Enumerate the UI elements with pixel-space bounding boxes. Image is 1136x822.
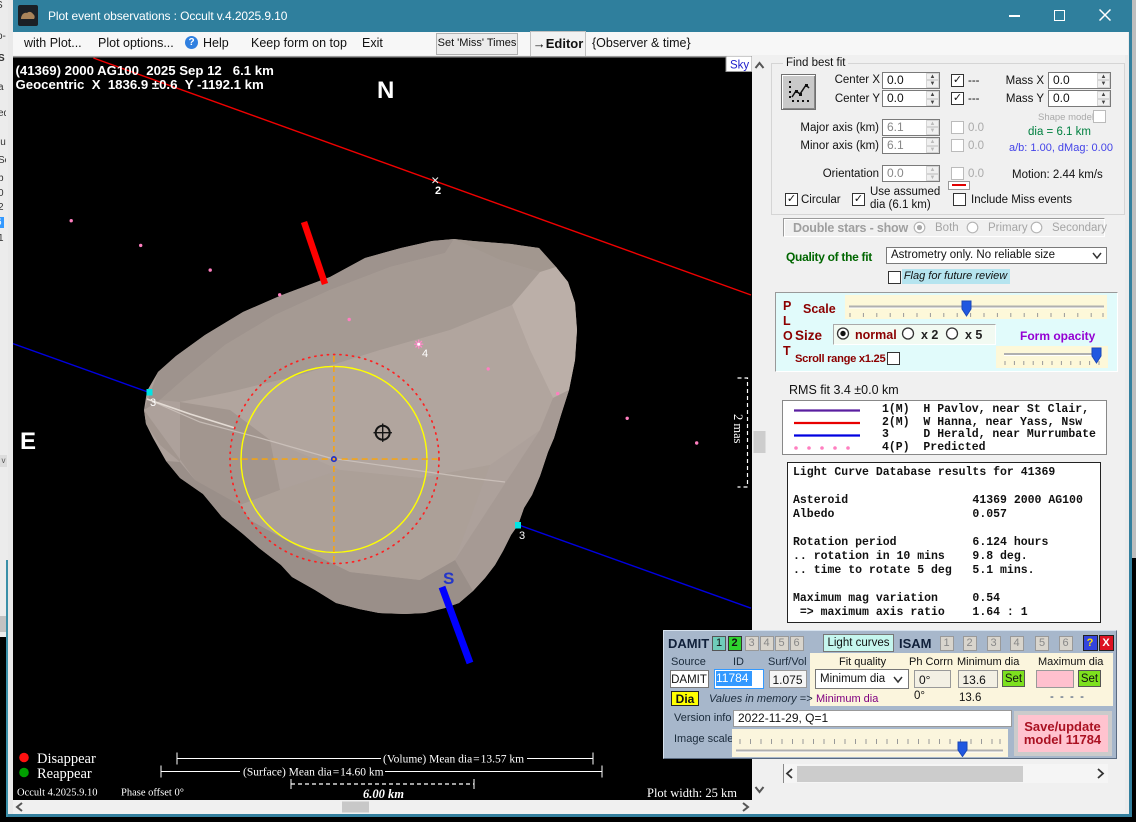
svg-text:Plot width: 25 km: Plot width: 25 km [647, 786, 737, 800]
svg-text:2: 2 [435, 185, 441, 197]
svg-text:Reappear: Reappear [37, 766, 92, 782]
svg-text:6.00 km: 6.00 km [363, 787, 404, 800]
svg-text:Occult 4.2025.9.10: Occult 4.2025.9.10 [17, 788, 98, 799]
svg-text:Geocentric X 1836.9 ±0.6 Y: Geocentric X 1836.9 ±0.6 Y -1192.1 km [16, 77, 264, 92]
svg-text:2 mas: 2 mas [731, 414, 745, 444]
svg-text:E: E [20, 428, 36, 455]
svg-text:Phase offset 0°: Phase offset 0° [121, 788, 184, 799]
svg-text:Sky: Sky [730, 60, 749, 72]
svg-text:(Volume) Mean dia = 13.57 km: (Volume) Mean dia = 13.57 km [383, 754, 524, 766]
svg-text:(Surface) Mean dia = 14.60 km: (Surface) Mean dia = 14.60 km [243, 767, 384, 779]
svg-text:(41369) 2000 AG100 2025 Sep 1: (41369) 2000 AG100 2025 Sep 12 6.1 km [16, 63, 274, 78]
svg-text:3: 3 [150, 397, 156, 409]
svg-text:4: 4 [422, 348, 428, 360]
svg-text:Disappear: Disappear [37, 751, 96, 767]
svg-text:N: N [377, 77, 394, 104]
svg-text:S: S [443, 569, 454, 588]
svg-text:3: 3 [519, 530, 525, 542]
